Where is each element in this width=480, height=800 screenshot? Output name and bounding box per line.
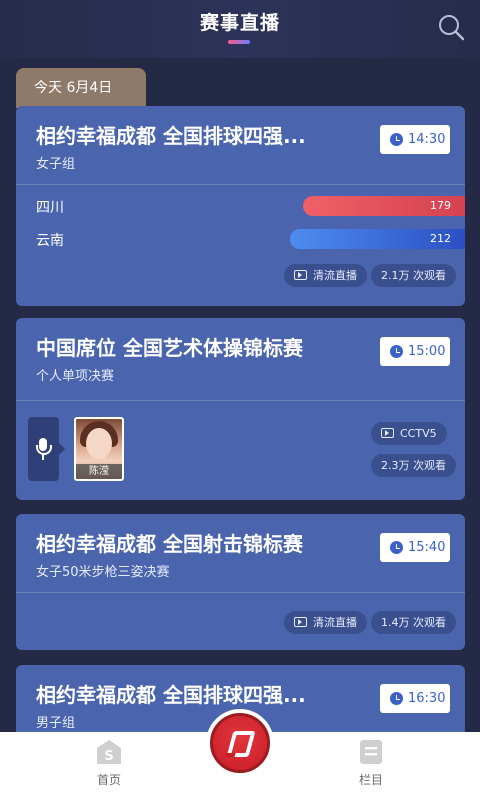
svg-text:S: S xyxy=(104,749,113,764)
vote-bar-sichuan[interactable]: 179 xyxy=(303,196,465,216)
divider xyxy=(16,400,465,401)
clock-icon xyxy=(390,541,403,554)
logo-mark xyxy=(226,731,256,757)
logo-icon xyxy=(210,713,270,773)
top-header: 赛事直播 xyxy=(0,0,480,58)
view-count: 2.3万 次观看 xyxy=(381,459,446,472)
nav-home[interactable]: S 首页 xyxy=(79,738,139,788)
nav-home-label: 首页 xyxy=(96,773,121,787)
pointer-arrow xyxy=(59,443,65,455)
event-title: 相约幸福成都 全国排球四强... xyxy=(36,124,306,148)
title-indicator xyxy=(228,40,250,44)
time-badge: 15:40 xyxy=(380,533,450,562)
commentator-avatar[interactable]: 陈滢 xyxy=(74,417,124,481)
team-name: 云南 xyxy=(36,233,64,249)
search-icon xyxy=(439,15,465,41)
view-count-chip: 1.4万 次观看 xyxy=(371,611,456,634)
view-count: 2.1万 次观看 xyxy=(381,269,446,282)
search-button[interactable] xyxy=(436,12,466,42)
page-title: 赛事直播 xyxy=(199,12,280,34)
event-subtitle: 女子50米步枪三姿决赛 xyxy=(36,565,170,580)
event-title: 相约幸福成都 全国射击锦标赛 xyxy=(36,532,303,556)
time-label: 15:00 xyxy=(408,344,446,359)
time-label: 15:40 xyxy=(408,540,446,555)
nav-columns[interactable]: 栏目 xyxy=(341,738,401,788)
vote-count: 179 xyxy=(430,199,451,212)
live-source-chip[interactable]: 清流直播 xyxy=(284,264,367,287)
clock-icon xyxy=(390,345,403,358)
microphone-icon-arc xyxy=(36,445,52,455)
tv-icon xyxy=(294,270,307,280)
commentator-button[interactable] xyxy=(28,417,59,481)
clock-icon xyxy=(390,133,403,146)
event-title: 相约幸福成都 全国排球四强... xyxy=(36,683,306,707)
view-count-chip: 2.1万 次观看 xyxy=(371,264,456,287)
divider xyxy=(16,592,465,593)
avatar-face xyxy=(86,428,112,459)
event-card[interactable]: 相约幸福成都 全国排球四强... 女子组 14:30 四川 179 云南 212… xyxy=(16,106,465,306)
chip-label: 清流直播 xyxy=(313,269,357,282)
tv-icon xyxy=(294,617,307,627)
time-label: 14:30 xyxy=(408,132,446,147)
view-count: 1.4万 次观看 xyxy=(381,616,446,629)
home-icon: S xyxy=(95,738,123,766)
channel-chip[interactable]: CCTV5 xyxy=(371,422,447,445)
time-label: 16:30 xyxy=(408,691,446,706)
vote-bar-yunnan[interactable]: 212 xyxy=(290,229,465,249)
commentator-name: 陈滢 xyxy=(76,464,122,479)
clock-icon xyxy=(390,692,403,705)
event-card[interactable]: 相约幸福成都 全国射击锦标赛 女子50米步枪三姿决赛 15:40 清流直播 1.… xyxy=(16,514,465,650)
team-name: 四川 xyxy=(36,200,64,216)
event-subtitle: 女子组 xyxy=(36,157,76,172)
view-count-chip: 2.3万 次观看 xyxy=(371,454,456,477)
time-badge: 16:30 xyxy=(380,684,450,713)
nav-columns-label: 栏目 xyxy=(358,773,383,787)
event-title: 中国席位 全国艺术体操锦标赛 xyxy=(36,336,303,360)
divider xyxy=(16,184,465,185)
center-logo-button[interactable] xyxy=(206,709,274,777)
event-subtitle: 个人单项决赛 xyxy=(36,369,115,384)
chip-label: 清流直播 xyxy=(313,616,357,629)
tv-icon xyxy=(381,428,394,438)
microphone-icon-stem xyxy=(42,454,44,460)
event-card[interactable]: 中国席位 全国艺术体操锦标赛 个人单项决赛 15:00 陈滢 CCTV5 2.3… xyxy=(16,318,465,500)
vote-count: 212 xyxy=(430,232,451,245)
chip-label: CCTV5 xyxy=(400,427,437,440)
date-tab[interactable]: 今天 6月4日 xyxy=(16,68,146,108)
event-subtitle: 男子组 xyxy=(36,716,76,731)
time-badge: 14:30 xyxy=(380,125,450,154)
list-icon xyxy=(357,738,385,766)
live-source-chip[interactable]: 清流直播 xyxy=(284,611,367,634)
time-badge: 15:00 xyxy=(380,337,450,366)
